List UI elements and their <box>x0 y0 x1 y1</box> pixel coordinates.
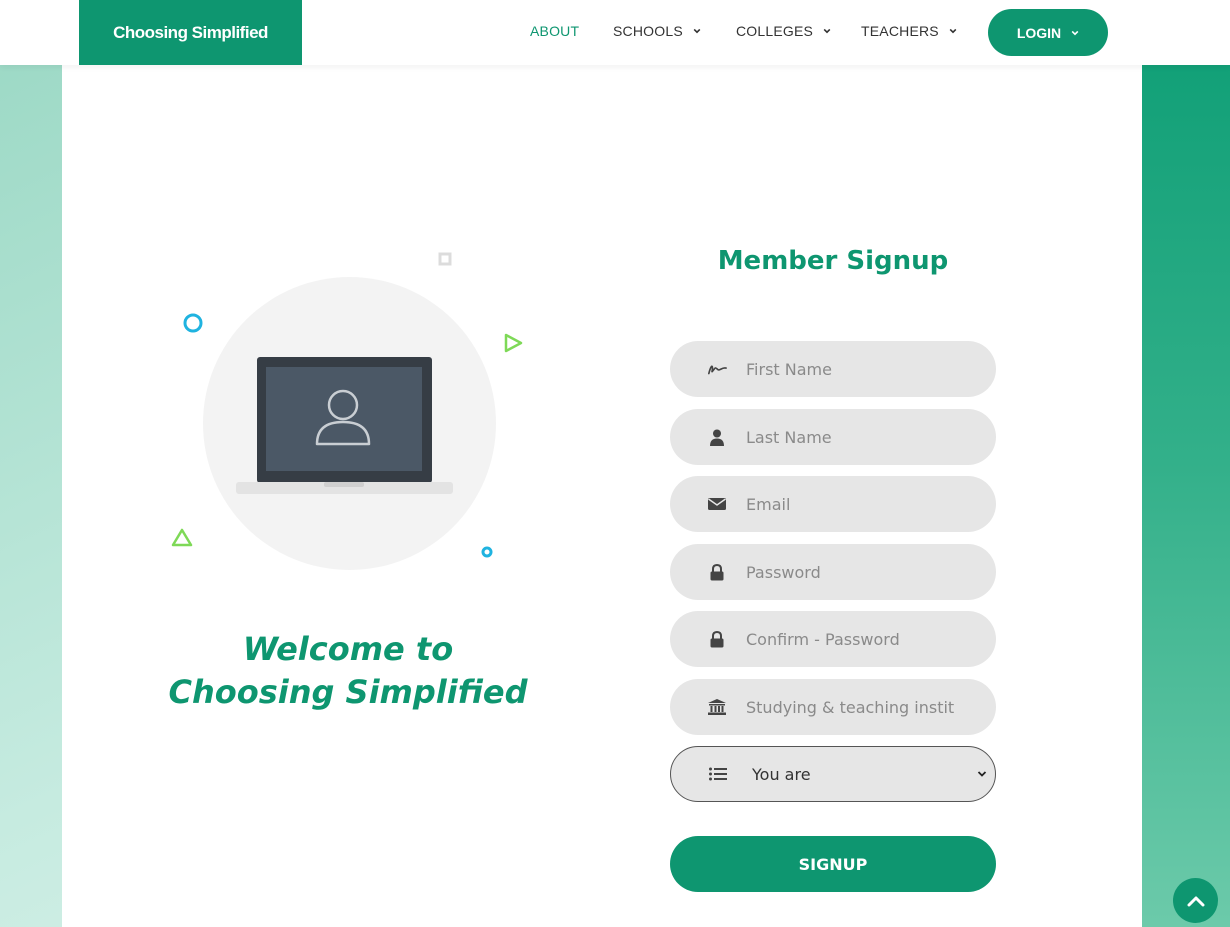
password-placeholder: Password <box>746 562 821 582</box>
form-title: Member Signup <box>717 246 949 276</box>
ring-decoration-icon <box>183 313 203 333</box>
triangle-decoration-icon <box>171 528 193 547</box>
site-header: Choosing Simplified ABOUT SCHOOLS COLLEG… <box>0 0 1230 65</box>
dot-decoration-icon <box>481 546 493 558</box>
lock-icon <box>707 630 727 648</box>
play-triangle-decoration-icon <box>504 333 523 353</box>
welcome-line-1: Welcome to <box>242 630 454 668</box>
chevron-up-icon <box>1187 896 1204 906</box>
password-field[interactable]: Password <box>670 544 996 600</box>
nav-colleges-label: COLLEGES <box>736 23 814 39</box>
nav-teachers[interactable]: TEACHERS <box>861 23 957 39</box>
signature-icon <box>707 362 727 376</box>
confirm-password-placeholder: Confirm - Password <box>746 629 900 649</box>
square-decoration-icon <box>438 252 452 266</box>
login-button[interactable]: LOGIN <box>988 9 1108 56</box>
email-field[interactable]: Email <box>670 476 996 532</box>
nav-about[interactable]: ABOUT <box>530 23 579 39</box>
first-name-placeholder: First Name <box>746 359 832 379</box>
email-placeholder: Email <box>746 494 791 514</box>
nav-colleges[interactable]: COLLEGES <box>736 23 831 39</box>
lock-icon <box>707 563 727 581</box>
chevron-down-icon <box>949 28 957 34</box>
institution-placeholder: Studying & teaching instit <box>746 697 955 717</box>
nav-schools[interactable]: SCHOOLS <box>613 23 701 39</box>
list-icon <box>708 767 728 781</box>
institution-icon <box>707 699 727 715</box>
user-icon <box>707 429 727 446</box>
laptop-user-icon <box>236 357 453 494</box>
nav-about-label: ABOUT <box>530 23 580 39</box>
chevron-down-icon <box>977 771 987 777</box>
confirm-password-field[interactable]: Confirm - Password <box>670 611 996 667</box>
institution-field[interactable]: Studying & teaching instit <box>670 679 996 735</box>
last-name-field[interactable]: Last Name <box>670 409 996 465</box>
first-name-field[interactable]: First Name <box>670 341 996 397</box>
nav-teachers-label: TEACHERS <box>861 23 939 39</box>
welcome-line-2: Choosing Simplified <box>168 673 528 711</box>
welcome-heading: Welcome to Choosing Simplified <box>130 628 566 714</box>
site-logo[interactable]: Choosing Simplified <box>79 0 302 65</box>
envelope-icon <box>707 497 727 511</box>
role-select-value: You are <box>752 764 811 784</box>
chevron-down-icon <box>693 28 701 34</box>
last-name-placeholder: Last Name <box>746 427 832 447</box>
role-select[interactable]: You are <box>670 746 996 802</box>
nav-schools-label: SCHOOLS <box>613 23 683 39</box>
chevron-down-icon <box>823 28 831 34</box>
chevron-down-icon <box>1071 30 1079 35</box>
signup-button[interactable]: SIGNUP <box>670 836 996 892</box>
login-label: LOGIN <box>1016 24 1062 41</box>
scroll-to-top-button[interactable] <box>1173 878 1218 923</box>
right-background-strip <box>1142 0 1230 927</box>
